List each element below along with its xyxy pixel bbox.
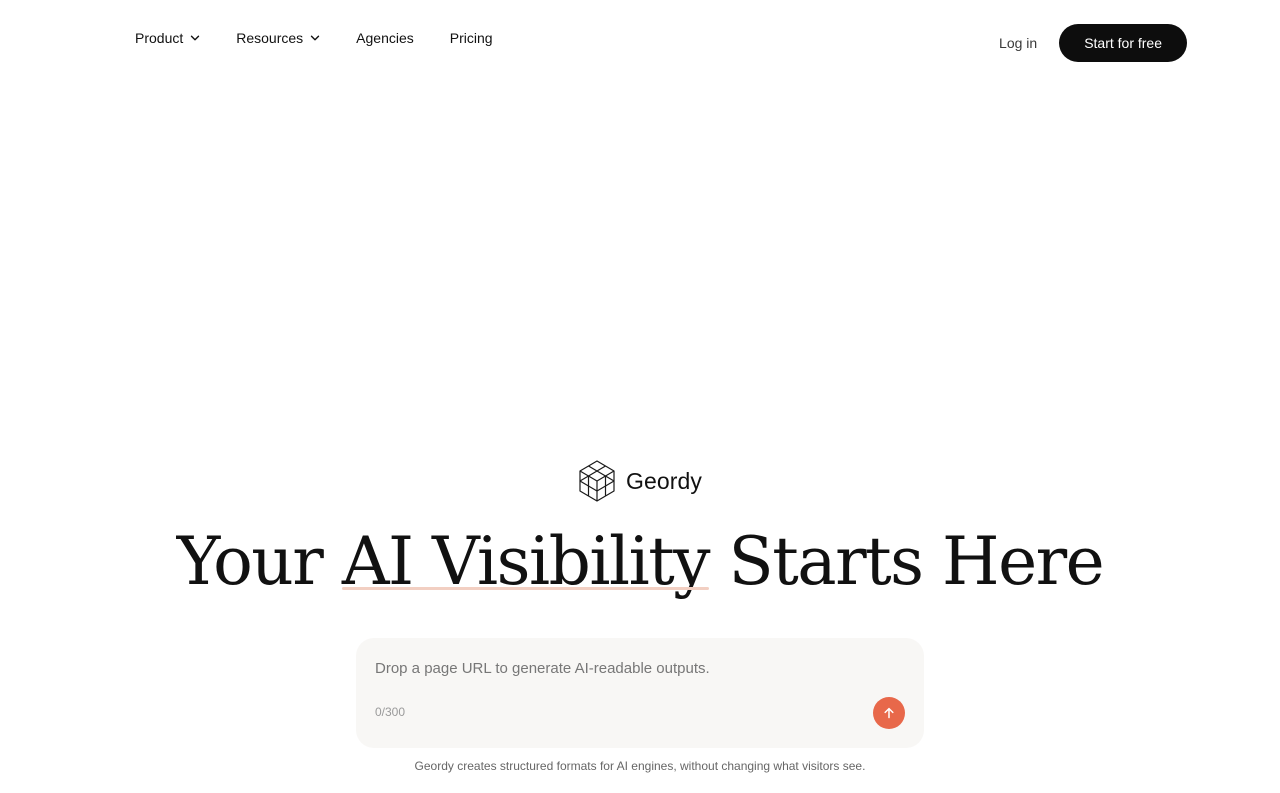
headline-highlight: AI Visibility [341,520,711,604]
character-counter: 0/300 [375,705,406,719]
start-for-free-button[interactable]: Start for free [1059,24,1187,62]
nav-item-product[interactable]: Product [135,30,200,46]
nav-item-label: Pricing [449,30,493,46]
nav-item-label: Agencies [356,30,414,46]
chevron-down-icon [191,35,200,41]
top-navbar: Product Resources Agencies Pricing Log i… [0,0,1280,84]
chevron-down-icon [310,35,320,41]
nav-item-resources[interactable]: Resources [236,30,320,46]
hero-caption: Geordy creates structured formats for AI… [414,759,866,773]
brand-lockup: Geordy [0,460,1280,502]
headline-suffix: Starts Here [709,523,1105,600]
login-link[interactable]: Log in [999,35,1037,51]
main-nav: Product Resources Agencies Pricing [135,30,493,46]
landing-page: Product Resources Agencies Pricing Log i… [0,0,1280,793]
url-input-card: 0/300 [356,638,924,748]
arrow-up-icon [884,707,894,719]
hero-headline: Your AI Visibility Starts Here [0,520,1280,604]
headline-prefix: Your [176,523,342,600]
hexagon-cube-logo-icon [579,460,615,502]
nav-item-label: Resources [236,30,304,46]
brand-name: Geordy [625,467,703,494]
nav-item-pricing[interactable]: Pricing [450,30,493,46]
nav-actions: Log in Start for free [999,24,1187,62]
url-input[interactable] [375,656,895,680]
nav-item-label: Product [135,30,184,46]
nav-item-agencies[interactable]: Agencies [356,30,414,46]
submit-url-button[interactable] [873,697,905,729]
